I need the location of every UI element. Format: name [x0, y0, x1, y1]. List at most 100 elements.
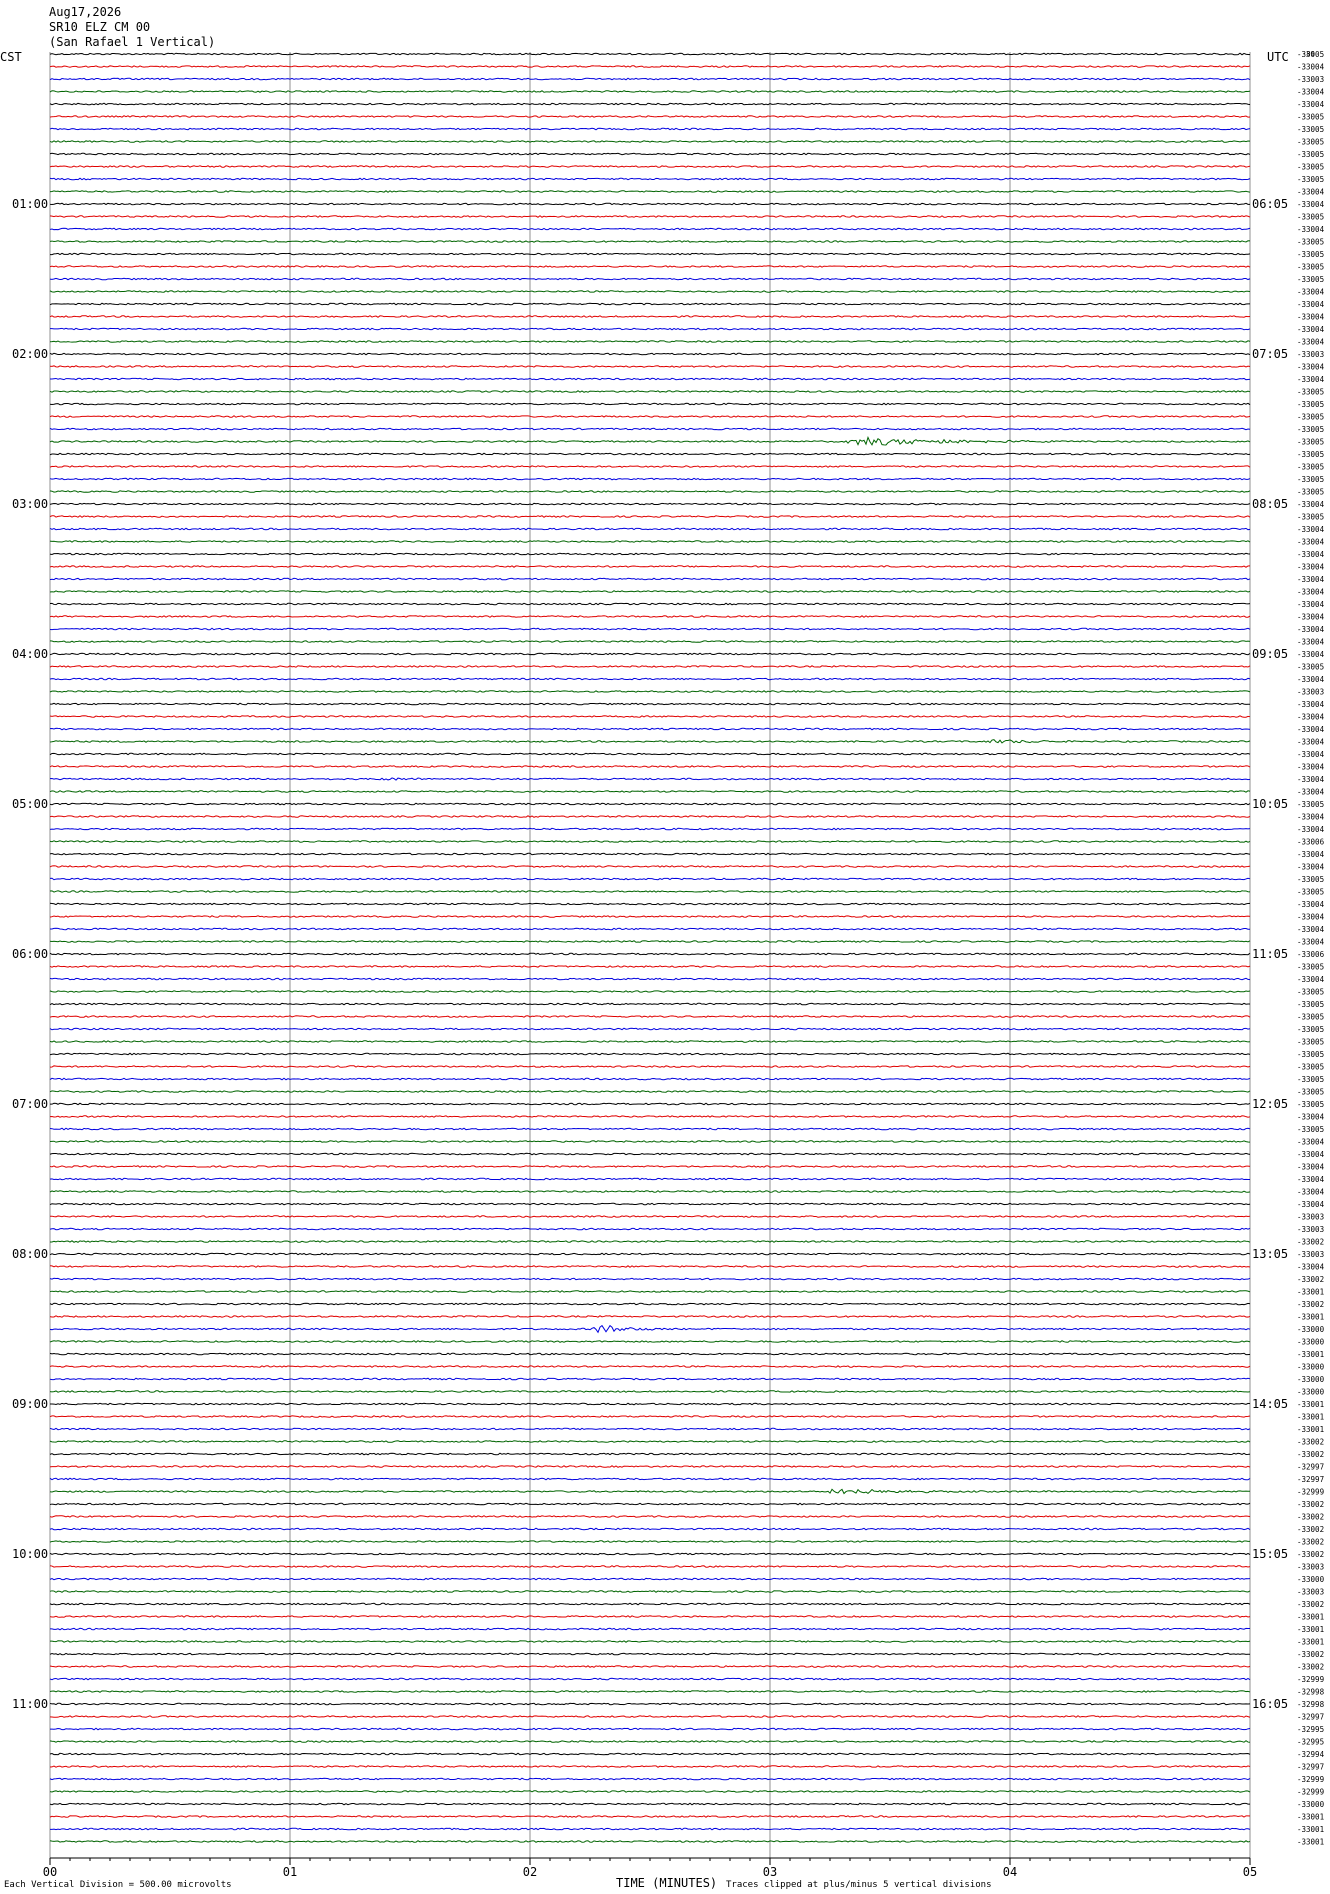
trace-line — [49, 915, 1251, 918]
trace-line — [49, 690, 1251, 693]
trace-line — [49, 390, 1251, 393]
trace-offset-label: -33000 — [1297, 1338, 1325, 1347]
trace-offset-label: -33005 — [1297, 438, 1324, 447]
trace-line — [49, 90, 1251, 93]
trace-line — [49, 752, 1251, 756]
trace-line — [49, 1415, 1251, 1418]
trace-offset-label: -33004 — [1297, 1188, 1325, 1197]
trace-line — [49, 1552, 1251, 1556]
trace-offset-label: -33005 — [1297, 425, 1324, 434]
trace-offset-label: -33004 — [1297, 675, 1325, 684]
trace-line — [49, 352, 1251, 356]
trace-line — [49, 1440, 1251, 1443]
trace-offset-label: -33005 — [1297, 475, 1324, 484]
trace-line — [49, 1402, 1251, 1406]
trace-line — [49, 1727, 1251, 1731]
trace-line — [49, 1477, 1251, 1481]
trace-offset-label: -33005 — [1297, 175, 1324, 184]
trace-line — [49, 315, 1251, 318]
trace-line — [49, 1052, 1251, 1056]
trace-offset-label: -33004 — [1297, 288, 1325, 297]
trace-offset-label: -33003 — [1297, 1563, 1324, 1572]
x-tick-label: 04 — [1003, 1865, 1017, 1879]
trace-line — [49, 1377, 1251, 1381]
trace-offset-label: -33004 — [1297, 538, 1325, 547]
trace-offset-label: -33005 — [1297, 250, 1324, 259]
trace-line — [49, 65, 1251, 68]
trace-offset-label: -33005 — [1297, 963, 1324, 972]
x-tick-label: 00 — [43, 1865, 57, 1879]
trace-offset-label: -33004 — [1297, 1138, 1325, 1147]
trace-line — [49, 240, 1251, 243]
trace-line — [49, 52, 1251, 56]
trace-line — [49, 727, 1251, 731]
trace-line — [49, 1365, 1251, 1368]
trace-offset-label: -33004 — [1297, 750, 1325, 759]
trace-line — [49, 1602, 1251, 1606]
trace-line — [49, 1652, 1251, 1656]
trace-line — [49, 1640, 1251, 1643]
right-hour-label: 12:05 — [1252, 1097, 1288, 1111]
trace-line — [49, 590, 1251, 593]
trace-line — [49, 1790, 1251, 1793]
left-hour-label: 03:00 — [12, 497, 48, 511]
trace-offset-label: -33004 — [1297, 325, 1325, 334]
trace-line — [49, 865, 1251, 868]
trace-line — [49, 1390, 1251, 1393]
trace-line — [49, 1115, 1251, 1118]
trace-offset-label: -33004 — [1297, 563, 1325, 572]
trace-line — [49, 527, 1251, 531]
trace-offset-label: -33004 — [1297, 300, 1325, 309]
trace-offset-label: -33005 — [1297, 125, 1324, 134]
trace-line — [49, 1002, 1251, 1006]
trace-offset-label: -32994 — [1297, 1750, 1325, 1759]
trace-line — [49, 1190, 1251, 1193]
trace-line — [49, 1324, 1251, 1334]
trace-line — [49, 1140, 1251, 1143]
trace-offset-label: -33005 — [1297, 238, 1324, 247]
trace-line — [49, 290, 1251, 293]
x-axis-label: TIME (MINUTES) — [616, 1876, 718, 1890]
trace-line — [49, 1515, 1251, 1518]
trace-offset-label: -33004 — [1297, 63, 1325, 72]
left-hour-label: 05:00 — [12, 797, 48, 811]
helicorder-plot: -33005 -33004 -33003 -33004 -33004 -33005 -330… — [12, 50, 1325, 1879]
trace-offset-label: -32995 — [1297, 1738, 1324, 1747]
trace-line — [49, 1677, 1251, 1681]
left-hour-label: 04:00 — [12, 647, 48, 661]
trace-offset-label: -32999 — [1297, 1488, 1324, 1497]
trace-line — [49, 302, 1251, 306]
trace-line — [49, 890, 1251, 893]
scale-note: Each Vertical Division = 500.00 microvol… — [4, 1880, 232, 1890]
trace-offset-label: -33004 — [1297, 525, 1325, 534]
trace-offset-label: -33001 — [1297, 1425, 1324, 1434]
trace-line — [49, 1202, 1251, 1206]
trace-offset-label: -33003 — [1297, 1250, 1324, 1259]
trace-line — [49, 1802, 1251, 1806]
trace-line — [49, 640, 1251, 643]
trace-line — [49, 1165, 1251, 1168]
trace-offset-label: -32999 — [1297, 1775, 1324, 1784]
trace-line — [49, 1040, 1251, 1043]
trace-offset-label: -33004 — [1297, 375, 1325, 384]
trace-offset-label: -33004 — [1297, 850, 1325, 859]
trace-offset-label: -33005 — [1297, 988, 1324, 997]
trace-line — [49, 1615, 1251, 1618]
trace-offset-label: -33004 — [1297, 1150, 1325, 1159]
right-hour-label: 08:05 — [1252, 497, 1288, 511]
trace-offset-label: -33004 — [1297, 638, 1325, 647]
left-hour-label: 06:00 — [12, 947, 48, 961]
right-hour-label: 09:05 — [1252, 647, 1288, 661]
trace-offset-label: -33006 — [1297, 838, 1325, 847]
trace-offset-label: -33004 — [1297, 313, 1325, 322]
trace-offset-label: -33002 — [1297, 1438, 1324, 1447]
trace-line — [49, 1302, 1251, 1306]
trace-offset-label: -33005 — [1297, 513, 1324, 522]
trace-offset-label: -33005 — [1297, 138, 1324, 147]
trace-offset-label: -33003 — [1297, 1588, 1324, 1597]
trace-offset-label: -33004 — [1297, 913, 1325, 922]
trace-offset-label: -33001 — [1297, 1413, 1324, 1422]
trace-offset-label: -33004 — [1297, 100, 1325, 109]
right-hour-label: 06:05 — [1252, 197, 1288, 211]
trace-offset-label: -33004 — [1297, 725, 1325, 734]
